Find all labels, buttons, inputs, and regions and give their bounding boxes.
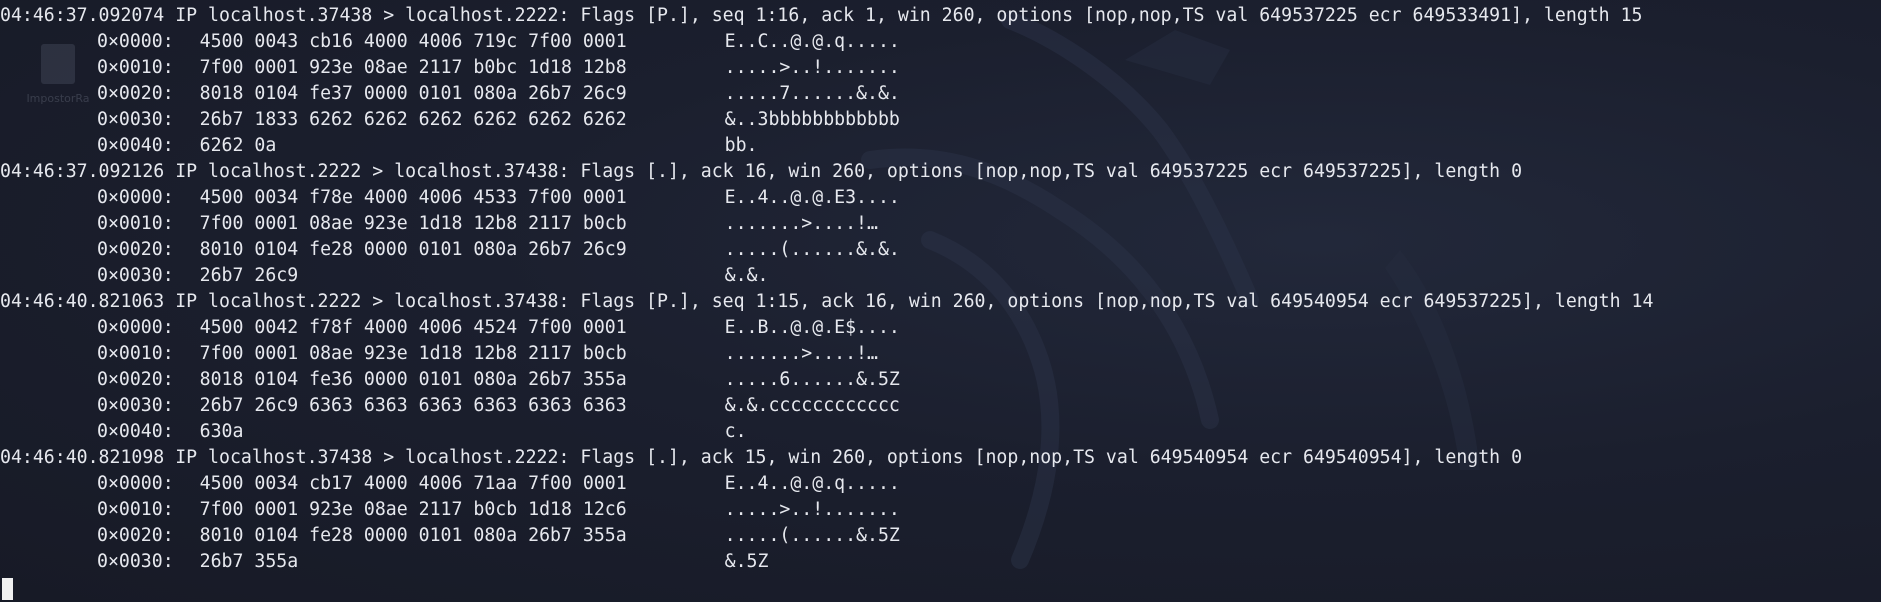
hex-offset: 0×0030:	[97, 109, 174, 130]
hex-dump-row: 0×0010: 7f00 0001 923e 08ae 2117 b0cb 1d1…	[0, 497, 1653, 523]
hex-bytes: 4500 0043 cb16 4000 4006 719c 7f00 0001	[199, 31, 627, 52]
hex-dump-row: 0×0030: 26b7 1833 6262 6262 6262 6262 626…	[0, 107, 1653, 133]
hex-dump-row: 0×0030: 26b7 355a &.5Z	[0, 549, 1653, 575]
hex-offset: 0×0030:	[97, 395, 174, 416]
packet-header-line: 04:46:40.821063 IP localhost.2222 > loca…	[0, 291, 1654, 312]
hex-offset: 0×0040:	[97, 135, 174, 156]
hex-offset: 0×0000:	[97, 187, 174, 208]
ascii-dump: E..C..@.@.q.....	[724, 31, 900, 52]
ascii-dump: bb.	[724, 135, 758, 156]
hex-bytes: 8010 0104 fe28 0000 0101 080a 26b7 355a	[199, 525, 627, 546]
ascii-dump: E..B..@.@.E$....	[724, 317, 900, 338]
hex-dump-row: 0×0020: 8010 0104 fe28 0000 0101 080a 26b…	[0, 237, 1653, 263]
hex-bytes: 630a	[199, 421, 244, 442]
ascii-dump: E..4..@.@.E3....	[724, 187, 900, 208]
hex-bytes: 8018 0104 fe36 0000 0101 080a 26b7 355a	[199, 369, 627, 390]
hex-bytes: 4500 0042 f78f 4000 4006 4524 7f00 0001	[199, 317, 627, 338]
hex-bytes: 26b7 355a	[199, 551, 299, 572]
hex-dump-row: 0×0040: 630a c.	[0, 419, 1653, 445]
hex-offset: 0×0040:	[97, 421, 174, 442]
hex-bytes: 8010 0104 fe28 0000 0101 080a 26b7 26c9	[199, 239, 627, 260]
hex-dump-row: 0×0010: 7f00 0001 08ae 923e 1d18 12b8 211…	[0, 211, 1653, 237]
hex-dump-row: 0×0030: 26b7 26c9 6363 6363 6363 6363 636…	[0, 393, 1653, 419]
hex-offset: 0×0010:	[97, 343, 174, 364]
ascii-dump: &.&.	[724, 265, 769, 286]
packet-header-line: 04:46:37.092074 IP localhost.37438 > loc…	[0, 5, 1643, 26]
ascii-dump: .....(......&.5Z	[724, 525, 900, 546]
hex-bytes: 6262 0a	[199, 135, 277, 156]
terminal-cursor	[2, 578, 13, 600]
hex-offset: 0×0020:	[97, 369, 174, 390]
ascii-dump: &.5Z	[724, 551, 769, 572]
hex-offset: 0×0010:	[97, 213, 174, 234]
ascii-dump: E..4..@.@.q.....	[724, 473, 900, 494]
hex-dump-row: 0×0000: 4500 0043 cb16 4000 4006 719c 7f0…	[0, 29, 1653, 55]
hex-dump-row: 0×0000: 4500 0034 cb17 4000 4006 71aa 7f0…	[0, 471, 1653, 497]
hex-offset: 0×0020:	[97, 525, 174, 546]
ascii-dump: c.	[724, 421, 747, 442]
hex-dump-row: 0×0010: 7f00 0001 923e 08ae 2117 b0bc 1d1…	[0, 55, 1653, 81]
hex-offset: 0×0020:	[97, 83, 174, 104]
hex-dump-row: 0×0040: 6262 0a bb.	[0, 133, 1653, 159]
hex-dump-row: 0×0020: 8010 0104 fe28 0000 0101 080a 26b…	[0, 523, 1653, 549]
hex-offset: 0×0030:	[97, 265, 174, 286]
ascii-dump: .....7......&.&.	[724, 83, 900, 104]
ascii-dump: &.&.cccccccccccc	[724, 395, 900, 416]
hex-dump-row: 0×0020: 8018 0104 fe37 0000 0101 080a 26b…	[0, 81, 1653, 107]
hex-dump-row: 0×0030: 26b7 26c9 &.&.	[0, 263, 1653, 289]
hex-offset: 0×0000:	[97, 317, 174, 338]
hex-bytes: 26b7 1833 6262 6262 6262 6262 6262 6262	[199, 109, 627, 130]
terminal-window[interactable]: ImpostorRa 04:46:37.092074 IP localhost.…	[0, 0, 1881, 602]
ascii-dump: .......>....!…	[724, 343, 878, 364]
ascii-dump: .....(......&.&.	[724, 239, 900, 260]
hex-bytes: 7f00 0001 08ae 923e 1d18 12b8 2117 b0cb	[199, 213, 627, 234]
hex-bytes: 7f00 0001 08ae 923e 1d18 12b8 2117 b0cb	[199, 343, 627, 364]
hex-bytes: 8018 0104 fe37 0000 0101 080a 26b7 26c9	[199, 83, 627, 104]
hex-bytes: 4500 0034 cb17 4000 4006 71aa 7f00 0001	[199, 473, 627, 494]
hex-dump-row: 0×0000: 4500 0042 f78f 4000 4006 4524 7f0…	[0, 315, 1653, 341]
ascii-dump: .....>..!.......	[724, 499, 900, 520]
packet-header-line: 04:46:37.092126 IP localhost.2222 > loca…	[0, 161, 1523, 182]
hex-dump-row: 0×0000: 4500 0034 f78e 4000 4006 4533 7f0…	[0, 185, 1653, 211]
hex-bytes: 26b7 26c9 6363 6363 6363 6363 6363 6363	[199, 395, 627, 416]
hex-bytes: 7f00 0001 923e 08ae 2117 b0cb 1d18 12c6	[199, 499, 627, 520]
hex-bytes: 4500 0034 f78e 4000 4006 4533 7f00 0001	[199, 187, 627, 208]
hex-dump-row: 0×0020: 8018 0104 fe36 0000 0101 080a 26b…	[0, 367, 1653, 393]
hex-offset: 0×0000:	[97, 31, 174, 52]
ascii-dump: .....>..!.......	[724, 57, 900, 78]
hex-bytes: 26b7 26c9	[199, 265, 299, 286]
hex-bytes: 7f00 0001 923e 08ae 2117 b0bc 1d18 12b8	[199, 57, 627, 78]
hex-offset: 0×0000:	[97, 473, 174, 494]
terminal-output: 04:46:37.092074 IP localhost.37438 > loc…	[0, 3, 1653, 575]
ascii-dump: .......>....!…	[724, 213, 878, 234]
hex-offset: 0×0030:	[97, 551, 174, 572]
packet-header-line: 04:46:40.821098 IP localhost.37438 > loc…	[0, 447, 1523, 468]
hex-offset: 0×0010:	[97, 57, 174, 78]
ascii-dump: .....6......&.5Z	[724, 369, 900, 390]
hex-offset: 0×0010:	[97, 499, 174, 520]
hex-dump-row: 0×0010: 7f00 0001 08ae 923e 1d18 12b8 211…	[0, 341, 1653, 367]
hex-offset: 0×0020:	[97, 239, 174, 260]
ascii-dump: &..3bbbbbbbbbbbb	[724, 109, 900, 130]
